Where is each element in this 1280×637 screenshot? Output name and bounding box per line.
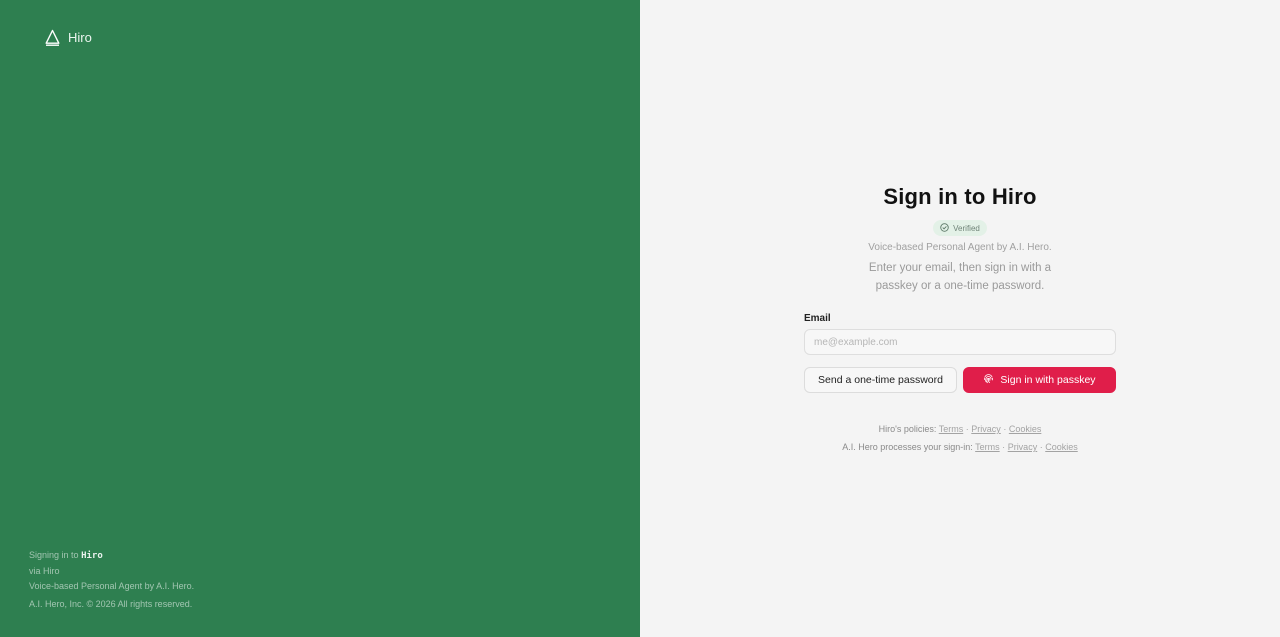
aihero-cookies-link[interactable]: Cookies bbox=[1045, 442, 1078, 452]
check-circle-icon bbox=[940, 222, 949, 234]
passkey-label: Sign in with passkey bbox=[1000, 374, 1096, 386]
app-code: Hiro bbox=[81, 551, 103, 561]
aihero-policies-line: A.I. Hero processes your sign-in: Terms … bbox=[804, 438, 1116, 456]
separator: · bbox=[1002, 442, 1006, 452]
copyright: A.I. Hero, Inc. © 2026 All rights reserv… bbox=[29, 599, 193, 609]
verified-badge: Verified bbox=[933, 220, 987, 236]
triangle-logo-icon bbox=[45, 29, 60, 46]
fingerprint-icon bbox=[983, 373, 994, 387]
separator: · bbox=[1039, 442, 1043, 452]
subtitle: Voice-based Personal Agent by A.I. Hero. bbox=[868, 242, 1052, 253]
hiro-terms-link[interactable]: Terms bbox=[939, 424, 964, 434]
send-otp-label: Send a one-time password bbox=[818, 374, 943, 386]
separator: · bbox=[1003, 424, 1007, 434]
aihero-privacy-link[interactable]: Privacy bbox=[1008, 442, 1038, 452]
policies: Hiro's policies: Terms · Privacy · Cooki… bbox=[804, 420, 1116, 456]
hiro-cookies-link[interactable]: Cookies bbox=[1009, 424, 1042, 434]
aihero-terms-link[interactable]: Terms bbox=[975, 442, 1000, 452]
hiro-policies-prefix: Hiro's policies: bbox=[878, 424, 937, 434]
send-otp-button[interactable]: Send a one-time password bbox=[804, 367, 957, 393]
hiro-policies-line: Hiro's policies: Terms · Privacy · Cooki… bbox=[804, 420, 1116, 438]
signin-page: Hiro Signing in to Hiro via Hiro Voice-b… bbox=[0, 0, 1280, 637]
instructions: Enter your email, then sign in with a pa… bbox=[868, 262, 1052, 292]
separator: · bbox=[965, 424, 969, 434]
signing-in-line: Signing in to Hiro bbox=[29, 548, 194, 564]
brand-logo[interactable]: Hiro bbox=[45, 29, 92, 46]
signin-actions: Send a one-time password Sign in with pa… bbox=[804, 367, 1116, 393]
brand-footer: Signing in to Hiro via Hiro Voice-based … bbox=[29, 548, 194, 612]
signin-panel: Sign in to Hiro Verified Voice-based Per… bbox=[640, 0, 1280, 637]
brand-description: Voice-based Personal Agent by A.I. Hero. bbox=[29, 581, 195, 591]
hiro-privacy-link[interactable]: Privacy bbox=[971, 424, 1001, 434]
brand-panel: Hiro Signing in to Hiro via Hiro Voice-b… bbox=[0, 0, 640, 637]
email-label: Email bbox=[804, 313, 831, 324]
brand-name: Hiro bbox=[68, 30, 92, 45]
signing-prefix: Signing in to bbox=[29, 550, 79, 560]
signin-form: Email Send a one-time password bbox=[804, 313, 1116, 393]
aihero-policies-prefix: A.I. Hero processes your sign-in: bbox=[842, 442, 973, 452]
page-title: Sign in to Hiro bbox=[883, 184, 1037, 209]
via-line: via Hiro bbox=[29, 566, 60, 576]
verified-label: Verified bbox=[953, 223, 980, 233]
passkey-button[interactable]: Sign in with passkey bbox=[963, 367, 1116, 393]
signin-card: Sign in to Hiro Verified Voice-based Per… bbox=[804, 182, 1116, 456]
email-field[interactable] bbox=[804, 329, 1116, 355]
